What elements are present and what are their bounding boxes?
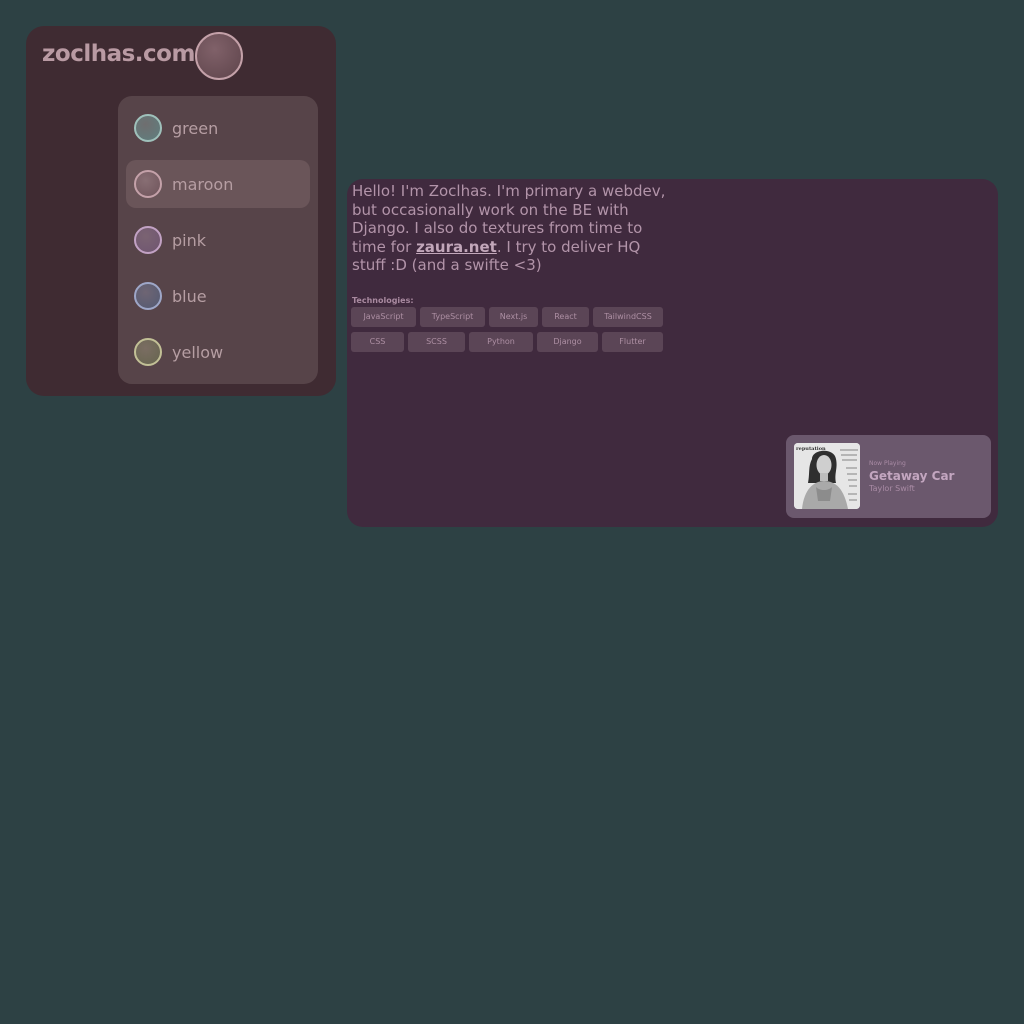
now-playing-label: Now Playing: [869, 460, 906, 467]
tech-tag[interactable]: TailwindCSS: [593, 307, 663, 327]
theme-card: zoclhas.com green maroon pink blue yello…: [26, 26, 336, 396]
theme-option-blue[interactable]: blue: [126, 272, 310, 320]
theme-option-pink[interactable]: pink: [126, 216, 310, 264]
intro-text: Hello! I'm Zoclhas. I'm primary a webdev…: [352, 182, 667, 275]
maroon-swatch-icon: [134, 170, 162, 198]
zaura-link[interactable]: zaura.net: [416, 238, 497, 256]
album-art: reputation: [794, 443, 860, 509]
theme-option-label: pink: [172, 230, 207, 250]
theme-option-label: blue: [172, 286, 207, 306]
tech-tag[interactable]: React: [542, 307, 589, 327]
song-artist: Taylor Swift: [869, 484, 915, 493]
album-cover-icon: [794, 443, 860, 509]
tech-tag[interactable]: Flutter: [602, 332, 663, 352]
tech-tag[interactable]: JavaScript: [351, 307, 416, 327]
tech-tag[interactable]: CSS: [351, 332, 404, 352]
album-title-text: reputation: [796, 446, 826, 452]
about-card: Hello! I'm Zoclhas. I'm primary a webdev…: [347, 179, 998, 527]
theme-option-label: yellow: [172, 342, 224, 362]
tech-tag[interactable]: TypeScript: [420, 307, 485, 327]
tech-tag[interactable]: Django: [537, 332, 598, 352]
now-playing-widget[interactable]: reputation Now Playing Getaway Car Taylo…: [786, 435, 991, 518]
pink-swatch-icon: [134, 226, 162, 254]
song-title: Getaway Car: [869, 469, 955, 483]
technologies-heading: Technologies:: [352, 296, 414, 305]
technologies-row: CSS SCSS Python Django Flutter: [351, 332, 663, 352]
tech-tag[interactable]: SCSS: [408, 332, 465, 352]
tech-tag[interactable]: Next.js: [489, 307, 538, 327]
theme-option-maroon[interactable]: maroon: [126, 160, 310, 208]
technologies-row: JavaScript TypeScript Next.js React Tail…: [351, 307, 663, 327]
tech-tag[interactable]: Python: [469, 332, 533, 352]
site-title[interactable]: zoclhas.com: [42, 41, 195, 67]
theme-menu: green maroon pink blue yellow: [118, 96, 318, 384]
theme-option-label: green: [172, 118, 219, 138]
yellow-swatch-icon: [134, 338, 162, 366]
theme-option-green[interactable]: green: [126, 104, 310, 152]
theme-option-yellow[interactable]: yellow: [126, 328, 310, 376]
green-swatch-icon: [134, 114, 162, 142]
theme-toggle-button[interactable]: [195, 32, 243, 80]
theme-option-label: maroon: [172, 174, 234, 194]
blue-swatch-icon: [134, 282, 162, 310]
